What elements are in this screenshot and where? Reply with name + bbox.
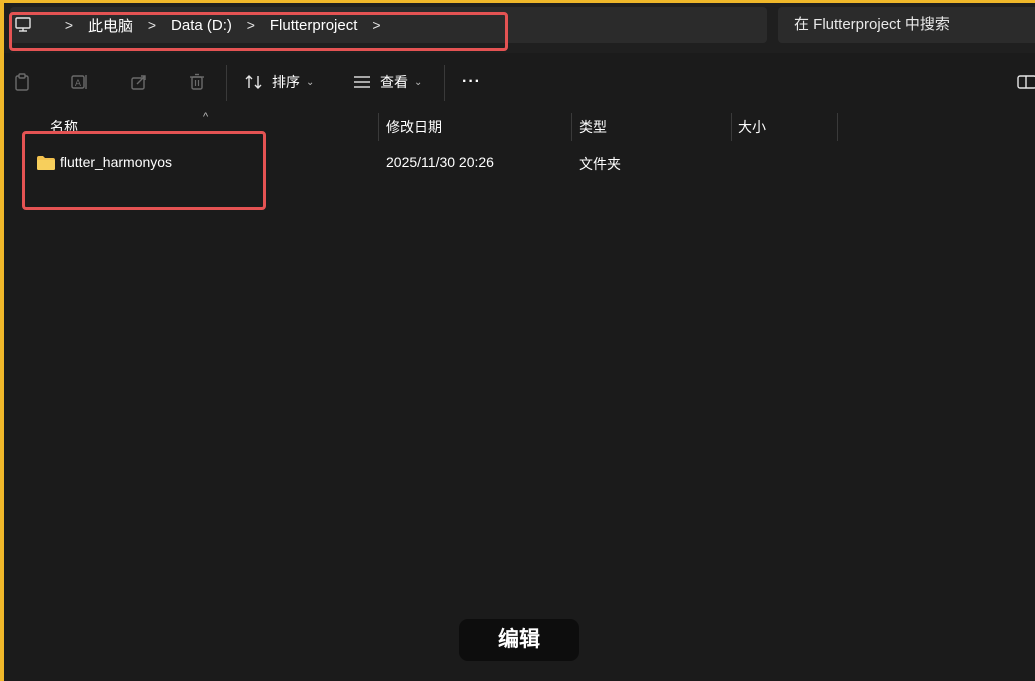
column-separator[interactable] (571, 113, 572, 141)
file-highlight-box (22, 131, 266, 210)
search-input[interactable]: 在 Flutterproject 中搜索 (794, 7, 950, 43)
chevron-down-icon: ⌄ (306, 76, 315, 88)
column-separator[interactable] (731, 113, 732, 141)
navigation-pane-edge (4, 111, 14, 681)
paste-icon[interactable] (12, 72, 32, 92)
file-type: 文件夹 (579, 156, 621, 172)
command-toolbar: A 排序 ⌄ 查看 ⌄ ··· (4, 57, 1035, 109)
address-row: > 此电脑 > Data (D:) > Flutterproject > 在 F… (4, 3, 1035, 53)
chevron-down-icon: ⌄ (414, 76, 423, 88)
view-label: 查看 (380, 74, 408, 90)
toolbar-divider (226, 65, 227, 101)
sort-button[interactable]: 排序 ⌄ (244, 69, 314, 95)
file-modified-date: 2025/11/30 20:26 (386, 154, 494, 170)
file-explorer-window: > 此电脑 > Data (D:) > Flutterproject > 在 F… (4, 3, 1035, 681)
share-icon[interactable] (129, 72, 149, 92)
column-type[interactable]: 类型 (579, 117, 607, 137)
column-separator[interactable] (837, 113, 838, 141)
more-options-button[interactable]: ··· (462, 69, 481, 95)
column-size[interactable]: 大小 (738, 117, 766, 137)
view-button[interactable]: 查看 ⌄ (352, 69, 422, 95)
address-highlight-box (9, 12, 508, 51)
rename-icon[interactable]: A (69, 72, 89, 92)
delete-icon[interactable] (187, 72, 207, 92)
column-separator[interactable] (378, 113, 379, 141)
toolbar-divider (444, 65, 445, 101)
svg-text:A: A (75, 79, 82, 89)
sort-icon (245, 75, 262, 89)
view-list-icon (354, 76, 370, 88)
column-modified[interactable]: 修改日期 (386, 117, 442, 137)
details-pane-icon[interactable] (1016, 72, 1035, 92)
sort-ascending-icon: ^ (203, 111, 209, 123)
edit-label-overlay[interactable]: 编辑 (459, 619, 579, 661)
sort-label: 排序 (272, 74, 300, 90)
